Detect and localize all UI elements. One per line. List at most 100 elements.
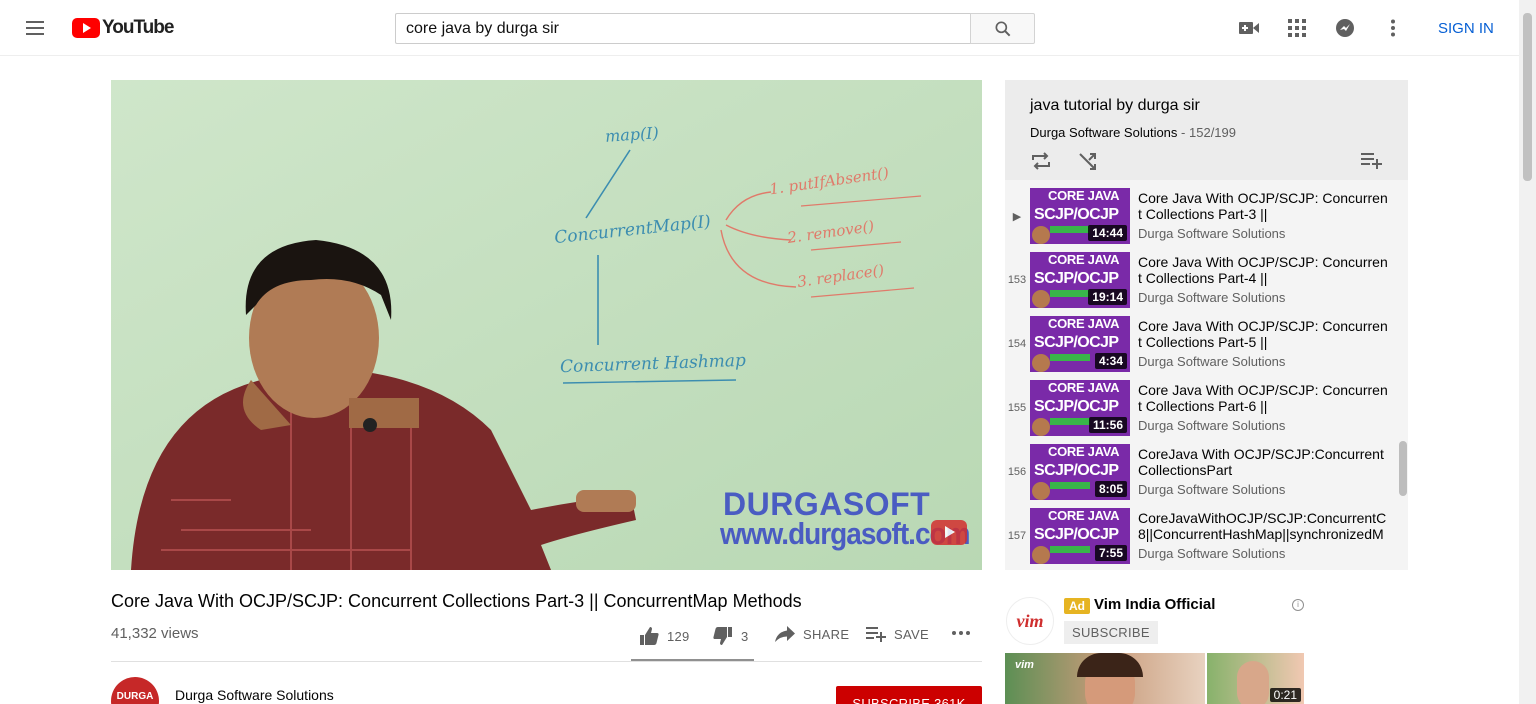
playlist-item-channel: Durga Software Solutions xyxy=(1138,226,1286,241)
save-button[interactable]: SAVE xyxy=(866,626,929,642)
thumbnail-face xyxy=(1032,354,1050,372)
thumbnail-face xyxy=(1032,546,1050,564)
thumbnail-line-2: SCJP/OCJP xyxy=(1034,206,1119,223)
thumbnail-strip xyxy=(1050,226,1090,233)
thumbnail-strip xyxy=(1050,290,1090,297)
playlist-item[interactable]: 157 CORE JAVA SCJP/OCJP 7:55 CoreJavaWithOCJ… xyxy=(1005,508,1395,570)
playlist-item-channel: Durga Software Solutions xyxy=(1138,354,1286,369)
video-player[interactable]: map(I) ConcurrentMap(I) 1. putIfAbsent()… xyxy=(111,80,982,570)
playlist-item-thumbnail[interactable]: CORE JAVA SCJP/OCJP 14:44 xyxy=(1030,188,1130,244)
subscribe-button[interactable]: SUBSCRIBE 361K xyxy=(836,686,982,704)
youtube-logo[interactable]: YouTube xyxy=(72,17,174,39)
playlist-owner[interactable]: Durga Software Solutions xyxy=(1030,125,1177,140)
like-button[interactable]: 129 xyxy=(639,626,690,646)
playlist-item[interactable]: 153 CORE JAVA SCJP/OCJP 19:14 Core Java With… xyxy=(1005,252,1395,316)
playlist-item-title[interactable]: Core Java With OCJP/SCJP: Concurrent Col… xyxy=(1138,190,1388,222)
ad-channel-name[interactable]: Vim India Official xyxy=(1094,596,1215,613)
thumbnail-line-2: SCJP/OCJP xyxy=(1034,462,1119,479)
thumbnail-line-2: SCJP/OCJP xyxy=(1034,270,1119,287)
playlist-item-title[interactable]: CoreJava With OCJP/SCJP:ConcurrentCollec… xyxy=(1138,446,1388,478)
playlist-item-duration: 11:56 xyxy=(1088,417,1127,433)
info-icon[interactable]: i xyxy=(1292,599,1304,611)
youtube-subscribe-watermark[interactable] xyxy=(931,520,967,545)
playlist-scrollbar[interactable] xyxy=(1399,441,1407,496)
playlist-item-channel: Durga Software Solutions xyxy=(1138,418,1286,433)
thumbnail-line-1: CORE JAVA xyxy=(1048,188,1120,203)
page-scrollbar[interactable] xyxy=(1519,0,1536,704)
page-scrollbar-thumb[interactable] xyxy=(1523,13,1532,181)
save-label: SAVE xyxy=(894,626,929,642)
messages-icon[interactable] xyxy=(1333,16,1357,40)
thumbnail-line-1: CORE JAVA xyxy=(1048,316,1120,331)
share-button[interactable]: SHARE xyxy=(775,626,849,642)
ad-badge: Ad xyxy=(1064,598,1090,614)
thumbnail-face xyxy=(1032,290,1050,308)
playlist-position: 152/199 xyxy=(1189,125,1236,140)
view-count: 41,332 views xyxy=(111,625,199,642)
shuffle-icon[interactable] xyxy=(1078,151,1100,173)
create-video-icon[interactable] xyxy=(1237,16,1261,40)
playlist-item-index: 154 xyxy=(1007,338,1027,350)
loop-icon[interactable] xyxy=(1030,151,1052,173)
playlist-item-index: 155 xyxy=(1007,402,1027,414)
playlist-item-thumbnail[interactable]: CORE JAVA SCJP/OCJP 7:55 xyxy=(1030,508,1130,564)
thumbnail-line-2: SCJP/OCJP xyxy=(1034,398,1119,415)
playlist-item[interactable]: ▶ CORE JAVA SCJP/OCJP 14:44 Core Java With O… xyxy=(1005,188,1395,252)
playlist-item-thumbnail[interactable]: CORE JAVA SCJP/OCJP 11:56 xyxy=(1030,380,1130,436)
thumbnail-line-2: SCJP/OCJP xyxy=(1034,526,1119,543)
playlist-panel: java tutorial by durga sir Durga Softwar… xyxy=(1005,80,1408,570)
playlist-item-title[interactable]: Core Java With OCJP/SCJP: Concurrent Col… xyxy=(1138,318,1388,350)
playlist-item-duration: 19:14 xyxy=(1088,289,1127,305)
masthead: YouTube SIGN IN xyxy=(0,0,1519,56)
playlist-item-thumbnail[interactable]: CORE JAVA SCJP/OCJP 4:34 xyxy=(1030,316,1130,372)
thumbnail-strip xyxy=(1050,354,1090,361)
ad-subscribe-button[interactable]: SUBSCRIBE xyxy=(1064,621,1158,644)
channel-avatar[interactable]: DURGA xyxy=(111,677,159,704)
thumbnail-face xyxy=(1032,418,1050,436)
share-label: SHARE xyxy=(803,626,850,642)
save-playlist-icon[interactable] xyxy=(1361,151,1383,173)
apps-grid-icon[interactable] xyxy=(1285,16,1309,40)
search-box[interactable] xyxy=(395,13,971,44)
menu-icon[interactable] xyxy=(24,18,46,38)
sign-in-button[interactable]: SIGN IN xyxy=(1438,20,1494,37)
logo-text: YouTube xyxy=(102,17,174,38)
playlist-title[interactable]: java tutorial by durga sir xyxy=(1030,97,1200,115)
playlist-add-icon xyxy=(866,627,886,642)
playlist-item-duration: 4:34 xyxy=(1094,353,1127,369)
ad-channel-logo[interactable]: vim xyxy=(1006,597,1054,645)
playlist-item-duration: 14:44 xyxy=(1088,225,1127,241)
more-actions-icon[interactable] xyxy=(951,630,971,636)
like-count: 129 xyxy=(667,628,690,644)
playlist-item-thumbnail[interactable]: CORE JAVA SCJP/OCJP 8:05 xyxy=(1030,444,1130,500)
thumbs-down-icon xyxy=(713,627,732,645)
playlist-item[interactable]: 154 CORE JAVA SCJP/OCJP 4:34 Core Java With … xyxy=(1005,316,1395,380)
playlist-item-thumbnail[interactable]: CORE JAVA SCJP/OCJP 19:14 xyxy=(1030,252,1130,308)
channel-name[interactable]: Durga Software Solutions xyxy=(175,687,334,703)
playlist-item-channel: Durga Software Solutions xyxy=(1138,482,1286,497)
search-icon xyxy=(995,21,1010,36)
playlist-item-title[interactable]: Core Java With OCJP/SCJP: Concurrent Col… xyxy=(1138,382,1388,414)
search-button[interactable] xyxy=(970,13,1035,44)
ad-logo-text: vim xyxy=(1016,610,1044,631)
playlist-item-index: ▶ xyxy=(1012,211,1022,223)
dislike-button[interactable]: 3 xyxy=(713,626,749,646)
playlist-item[interactable]: 155 CORE JAVA SCJP/OCJP 11:56 Core Java With… xyxy=(1005,380,1395,444)
thumbnail-face xyxy=(1032,226,1050,244)
thumbnail-strip xyxy=(1050,546,1090,553)
ad-thumbnail[interactable]: vim xyxy=(1005,653,1205,704)
playlist-item-duration: 8:05 xyxy=(1094,481,1127,497)
playlist-item-title[interactable]: CoreJavaWithOCJP/SCJP:ConcurrentC 8||Con… xyxy=(1138,510,1388,542)
thumbnail-line-2: SCJP/OCJP xyxy=(1034,334,1119,351)
youtube-play-icon xyxy=(72,18,100,38)
playlist-header: java tutorial by durga sir Durga Softwar… xyxy=(1005,80,1408,180)
search-input[interactable] xyxy=(396,14,971,43)
thumbnail-strip xyxy=(1050,418,1090,425)
playlist-item[interactable]: 156 CORE JAVA SCJP/OCJP 8:05 CoreJava With O… xyxy=(1005,444,1395,508)
more-options-icon[interactable] xyxy=(1381,16,1405,40)
dislike-count: 3 xyxy=(741,628,749,644)
whiteboard-map-label: map(I) xyxy=(604,123,660,146)
playlist-item-title[interactable]: Core Java With OCJP/SCJP: Concurrent Col… xyxy=(1138,254,1388,286)
ad-thumbnail-2[interactable]: 0:21 xyxy=(1207,653,1304,704)
ad-duration: 0:21 xyxy=(1269,688,1301,702)
